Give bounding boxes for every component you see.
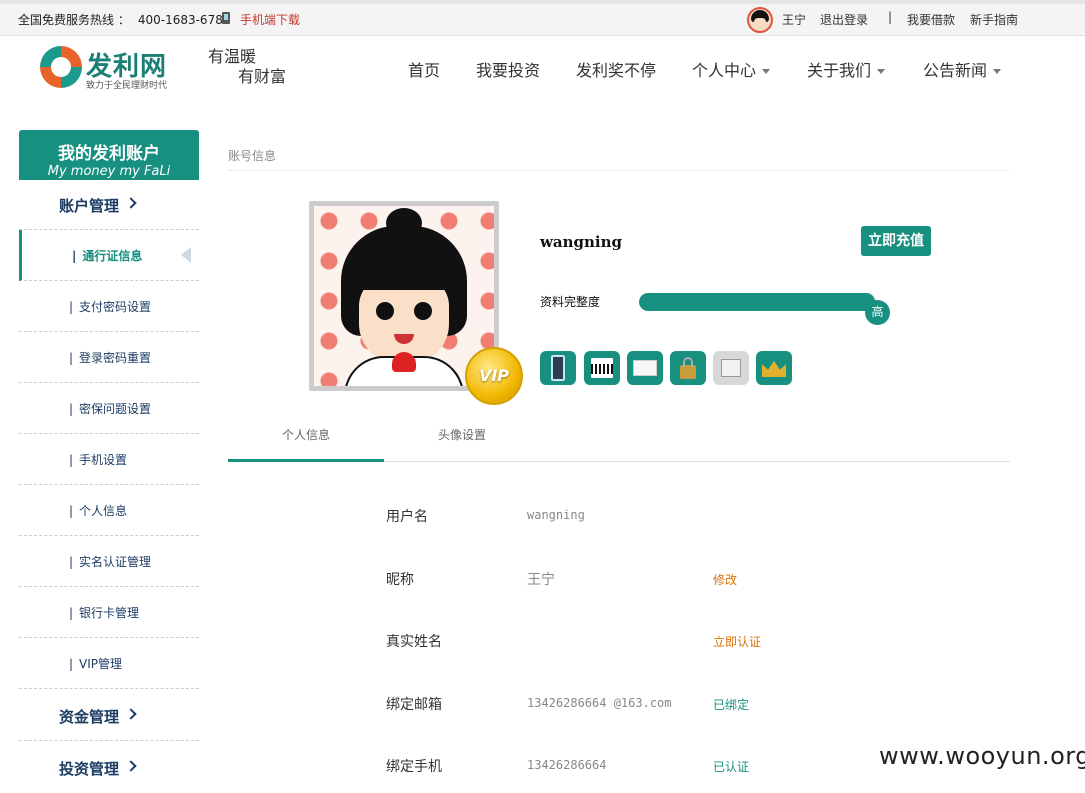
motto-line-1: 有温暖 — [208, 47, 257, 66]
hotline-label: 全国免费服务热线 ： — [18, 13, 130, 27]
sidebar-group-investment[interactable]: 投资管理 — [19, 743, 199, 793]
profile-tabs: 个人信息 头像设置 — [228, 420, 1010, 462]
username-link[interactable]: 王宁 — [782, 11, 806, 28]
completeness-bar-fill — [639, 293, 875, 311]
field-nickname: 昵称 王宁 修改 — [386, 571, 738, 588]
edit-nickname-link[interactable]: 修改 — [713, 571, 737, 588]
nav-invest[interactable]: 我要投资 — [476, 57, 540, 81]
sidebar-item-security-question[interactable]: 密保问题设置 — [19, 383, 199, 434]
borrow-link[interactable]: 我要借款 — [907, 11, 955, 28]
nav-personal-center[interactable]: 个人中心 — [692, 57, 771, 81]
active-indicator-icon — [181, 247, 191, 263]
beginner-guide-link[interactable]: 新手指南 — [970, 11, 1018, 28]
tab-personal-info[interactable]: 个人信息 — [228, 420, 384, 462]
hotline: 全国免费服务热线 ： 400-1683-678 — [18, 11, 223, 28]
chevron-right-icon — [125, 197, 137, 209]
nav-news[interactable]: 公告新闻 — [923, 57, 1002, 81]
sidebar-banner-subtitle: My money my FaLi — [47, 164, 171, 179]
nav-about-us[interactable]: 关于我们 — [807, 57, 886, 81]
sidebar-item-pay-password[interactable]: 支付密码设置 — [19, 281, 199, 332]
sidebar-item-passport[interactable]: 通行证信息 — [19, 230, 199, 281]
logo-mark-icon — [40, 46, 82, 88]
mobile-phone-icon — [222, 12, 230, 24]
completeness-bar — [639, 293, 877, 311]
site-logo[interactable]: 发利网 致力于全民理财时代 — [40, 46, 190, 92]
top-bar: 全国免费服务热线 ： 400-1683-678 手机端下载 王宁 退出登录 | 我… — [0, 0, 1085, 36]
field-email: 绑定邮箱 13426286664 @163.com 已绑定 — [386, 696, 750, 713]
caret-down-icon — [877, 69, 886, 74]
mobile-download-link[interactable]: 手机端下载 — [240, 11, 300, 28]
user-avatar[interactable] — [747, 7, 773, 33]
phone-status: 已认证 — [713, 760, 750, 774]
field-real-name: 真实姓名 立即认证 — [386, 633, 762, 650]
breadcrumb: 账号信息 — [228, 149, 277, 163]
sidebar-banner-title: 我的发利账户 — [58, 144, 160, 164]
profile-username: wangning — [540, 233, 623, 251]
logo-tagline: 致力于全民理财时代 — [86, 81, 168, 91]
sidebar-item-personal-info[interactable]: 个人信息 — [19, 485, 199, 536]
id-card-badge-icon[interactable] — [584, 351, 620, 385]
caret-down-icon — [993, 69, 1002, 74]
phone-badge-icon[interactable] — [540, 351, 576, 385]
verify-real-name-link[interactable]: 立即认证 — [713, 633, 761, 650]
sidebar-item-real-name[interactable]: 实名认证管理 — [19, 536, 199, 587]
recharge-button[interactable]: 立即充值 — [861, 226, 931, 256]
logout-link[interactable]: 退出登录 — [820, 11, 868, 28]
email-status: 已绑定 — [713, 698, 750, 712]
sidebar-item-bank-card[interactable]: 银行卡管理 — [19, 587, 199, 638]
completeness-label: 资料完整度 — [540, 295, 601, 309]
completeness-level: 高 — [865, 300, 890, 325]
email-badge-icon[interactable] — [627, 351, 663, 385]
chevron-right-icon — [125, 708, 137, 720]
field-username: 用户名 wangning — [386, 508, 585, 525]
lock-badge-icon[interactable] — [670, 351, 706, 385]
watermark: www.wooyun.org — [879, 742, 1085, 770]
hotline-number: 400-1683-678 — [137, 13, 223, 27]
bank-badge-icon[interactable] — [713, 351, 749, 385]
motto: 有温暖 有财富 — [208, 47, 308, 87]
sidebar-banner: 我的发利账户 My money my FaLi — [19, 130, 199, 180]
chevron-right-icon — [125, 760, 137, 772]
sidebar-group-funds[interactable]: 资金管理 — [19, 691, 199, 741]
vip-badge-icon: VIP — [465, 347, 523, 405]
crown-badge-icon[interactable] — [756, 351, 792, 385]
sidebar-group-account[interactable]: 账户管理 — [19, 180, 199, 230]
sidebar-item-vip[interactable]: VIP管理 — [19, 638, 199, 689]
sidebar-item-phone[interactable]: 手机设置 — [19, 434, 199, 485]
nav-rewards[interactable]: 发利奖不停 — [576, 57, 656, 81]
divider: | — [888, 10, 893, 24]
tab-avatar-settings[interactable]: 头像设置 — [384, 420, 540, 462]
motto-line-2: 有财富 — [238, 67, 287, 86]
caret-down-icon — [762, 69, 771, 74]
divider — [228, 170, 1010, 171]
nav-home[interactable]: 首页 — [408, 57, 440, 81]
sidebar-item-login-password[interactable]: 登录密码重置 — [19, 332, 199, 383]
